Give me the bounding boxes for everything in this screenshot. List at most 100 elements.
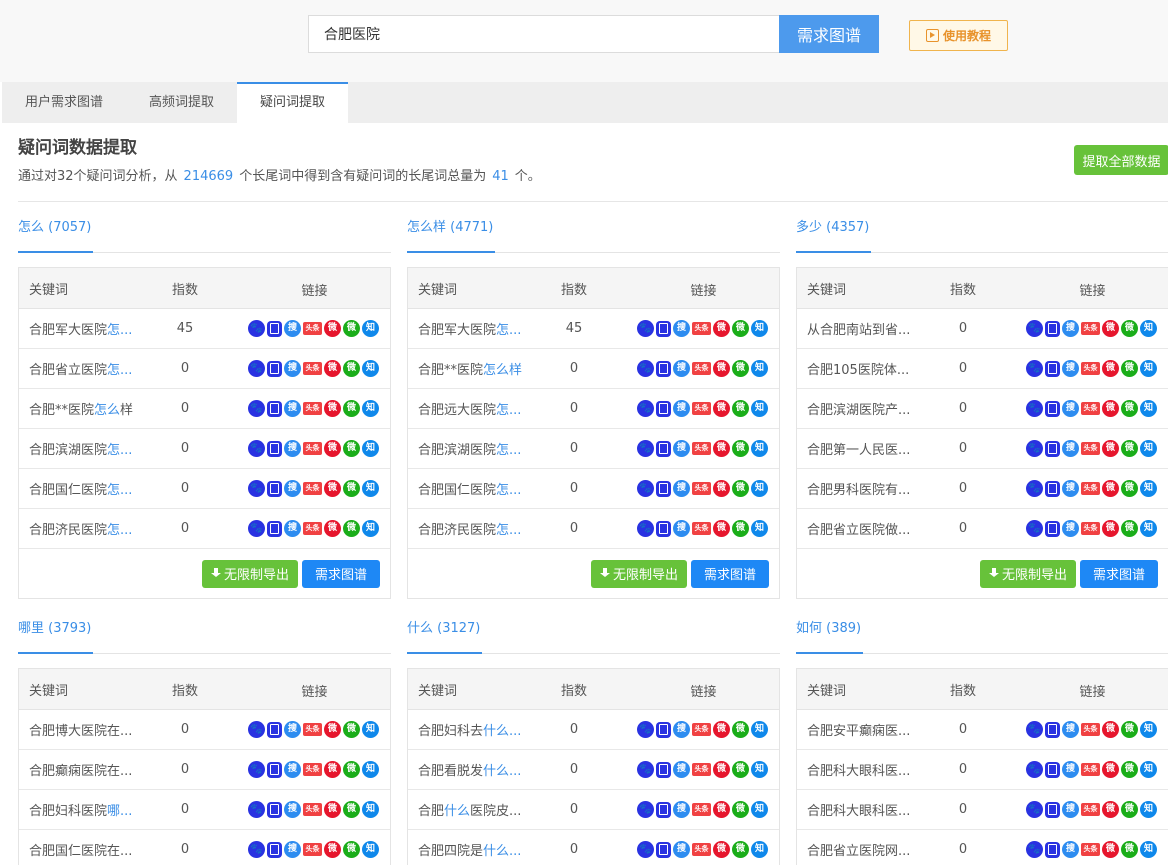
zhihu-icon[interactable]: 知	[1140, 400, 1157, 417]
toutiao-icon[interactable]: 头条	[692, 522, 711, 535]
baidu-icon[interactable]: 🐾	[637, 721, 654, 738]
so-search-icon[interactable]: 搜	[673, 801, 690, 818]
mobile-baidu-icon[interactable]	[656, 721, 671, 738]
so-search-icon[interactable]: 搜	[1062, 480, 1079, 497]
wechat-icon[interactable]: 微	[1121, 400, 1138, 417]
toutiao-icon[interactable]: 头条	[1081, 803, 1100, 816]
baidu-icon[interactable]: 🐾	[637, 761, 654, 778]
weibo-icon[interactable]: 微	[324, 480, 341, 497]
panel-title[interactable]: 怎么样 (4771)	[407, 220, 496, 253]
keyword-cell[interactable]: 合肥科大眼科医...	[797, 800, 937, 819]
zhihu-icon[interactable]: 知	[751, 761, 768, 778]
weibo-icon[interactable]: 微	[324, 801, 341, 818]
baidu-icon[interactable]: 🐾	[1026, 480, 1043, 497]
toutiao-icon[interactable]: 头条	[303, 442, 322, 455]
demand-map-button[interactable]: 需求图谱	[1080, 559, 1158, 588]
keyword-cell[interactable]: 合肥省立医院做...	[797, 519, 937, 538]
keyword-cell[interactable]: 合肥105医院体...	[797, 359, 937, 378]
export-button[interactable]: 无限制导出	[591, 559, 687, 588]
weibo-icon[interactable]: 微	[324, 761, 341, 778]
zhihu-icon[interactable]: 知	[1140, 440, 1157, 457]
so-search-icon[interactable]: 搜	[1062, 360, 1079, 377]
toutiao-icon[interactable]: 头条	[303, 723, 322, 736]
mobile-baidu-icon[interactable]	[656, 841, 671, 858]
keyword-cell[interactable]: 合肥远大医院怎...	[408, 399, 548, 418]
baidu-icon[interactable]: 🐾	[248, 440, 265, 457]
toutiao-icon[interactable]: 头条	[1081, 522, 1100, 535]
keyword-cell[interactable]: 合肥安平癫痫医...	[797, 720, 937, 739]
zhihu-icon[interactable]: 知	[1140, 721, 1157, 738]
so-search-icon[interactable]: 搜	[673, 520, 690, 537]
weibo-icon[interactable]: 微	[713, 400, 730, 417]
keyword-cell[interactable]: 合肥癫痫医院在...	[19, 760, 159, 779]
mobile-baidu-icon[interactable]	[1045, 801, 1060, 818]
toutiao-icon[interactable]: 头条	[1081, 723, 1100, 736]
mobile-baidu-icon[interactable]	[267, 440, 282, 457]
zhihu-icon[interactable]: 知	[751, 721, 768, 738]
tutorial-button[interactable]: 使用教程	[909, 20, 1008, 51]
toutiao-icon[interactable]: 头条	[303, 803, 322, 816]
wechat-icon[interactable]: 微	[1121, 360, 1138, 377]
toutiao-icon[interactable]: 头条	[303, 763, 322, 776]
so-search-icon[interactable]: 搜	[284, 400, 301, 417]
baidu-icon[interactable]: 🐾	[248, 801, 265, 818]
wechat-icon[interactable]: 微	[1121, 440, 1138, 457]
mobile-baidu-icon[interactable]	[1045, 360, 1060, 377]
mobile-baidu-icon[interactable]	[1045, 841, 1060, 858]
zhihu-icon[interactable]: 知	[751, 400, 768, 417]
toutiao-icon[interactable]: 头条	[1081, 322, 1100, 335]
keyword-cell[interactable]: 合肥军大医院怎...	[408, 319, 548, 338]
zhihu-icon[interactable]: 知	[362, 360, 379, 377]
so-search-icon[interactable]: 搜	[1062, 440, 1079, 457]
keyword-cell[interactable]: 合肥国仁医院怎...	[19, 479, 159, 498]
wechat-icon[interactable]: 微	[732, 480, 749, 497]
keyword-cell[interactable]: 合肥什么医院皮...	[408, 800, 548, 819]
wechat-icon[interactable]: 微	[343, 721, 360, 738]
toutiao-icon[interactable]: 头条	[692, 322, 711, 335]
weibo-icon[interactable]: 微	[324, 841, 341, 858]
toutiao-icon[interactable]: 头条	[692, 362, 711, 375]
wechat-icon[interactable]: 微	[1121, 721, 1138, 738]
weibo-icon[interactable]: 微	[1102, 841, 1119, 858]
weibo-icon[interactable]: 微	[1102, 520, 1119, 537]
baidu-icon[interactable]: 🐾	[637, 440, 654, 457]
mobile-baidu-icon[interactable]	[267, 520, 282, 537]
toutiao-icon[interactable]: 头条	[1081, 482, 1100, 495]
baidu-icon[interactable]: 🐾	[1026, 841, 1043, 858]
zhihu-icon[interactable]: 知	[362, 440, 379, 457]
weibo-icon[interactable]: 微	[324, 721, 341, 738]
zhihu-icon[interactable]: 知	[751, 480, 768, 497]
mobile-baidu-icon[interactable]	[656, 520, 671, 537]
keyword-cell[interactable]: 从合肥南站到省...	[797, 319, 937, 338]
wechat-icon[interactable]: 微	[732, 761, 749, 778]
weibo-icon[interactable]: 微	[713, 440, 730, 457]
zhihu-icon[interactable]: 知	[1140, 360, 1157, 377]
so-search-icon[interactable]: 搜	[284, 761, 301, 778]
wechat-icon[interactable]: 微	[343, 320, 360, 337]
baidu-icon[interactable]: 🐾	[248, 761, 265, 778]
so-search-icon[interactable]: 搜	[673, 400, 690, 417]
baidu-icon[interactable]: 🐾	[637, 841, 654, 858]
keyword-cell[interactable]: 合肥军大医院怎...	[19, 319, 159, 338]
toutiao-icon[interactable]: 头条	[692, 723, 711, 736]
toutiao-icon[interactable]: 头条	[1081, 763, 1100, 776]
baidu-icon[interactable]: 🐾	[248, 721, 265, 738]
weibo-icon[interactable]: 微	[1102, 721, 1119, 738]
weibo-icon[interactable]: 微	[1102, 761, 1119, 778]
so-search-icon[interactable]: 搜	[1062, 801, 1079, 818]
baidu-icon[interactable]: 🐾	[637, 801, 654, 818]
weibo-icon[interactable]: 微	[324, 400, 341, 417]
toutiao-icon[interactable]: 头条	[692, 402, 711, 415]
zhihu-icon[interactable]: 知	[751, 520, 768, 537]
wechat-icon[interactable]: 微	[343, 761, 360, 778]
baidu-icon[interactable]: 🐾	[1026, 400, 1043, 417]
panel-title[interactable]: 如何 (389)	[796, 621, 864, 654]
weibo-icon[interactable]: 微	[324, 320, 341, 337]
mobile-baidu-icon[interactable]	[267, 320, 282, 337]
mobile-baidu-icon[interactable]	[656, 400, 671, 417]
mobile-baidu-icon[interactable]	[1045, 761, 1060, 778]
so-search-icon[interactable]: 搜	[673, 480, 690, 497]
mobile-baidu-icon[interactable]	[656, 360, 671, 377]
keyword-cell[interactable]: 合肥**医院怎么样	[19, 399, 159, 418]
weibo-icon[interactable]: 微	[1102, 360, 1119, 377]
